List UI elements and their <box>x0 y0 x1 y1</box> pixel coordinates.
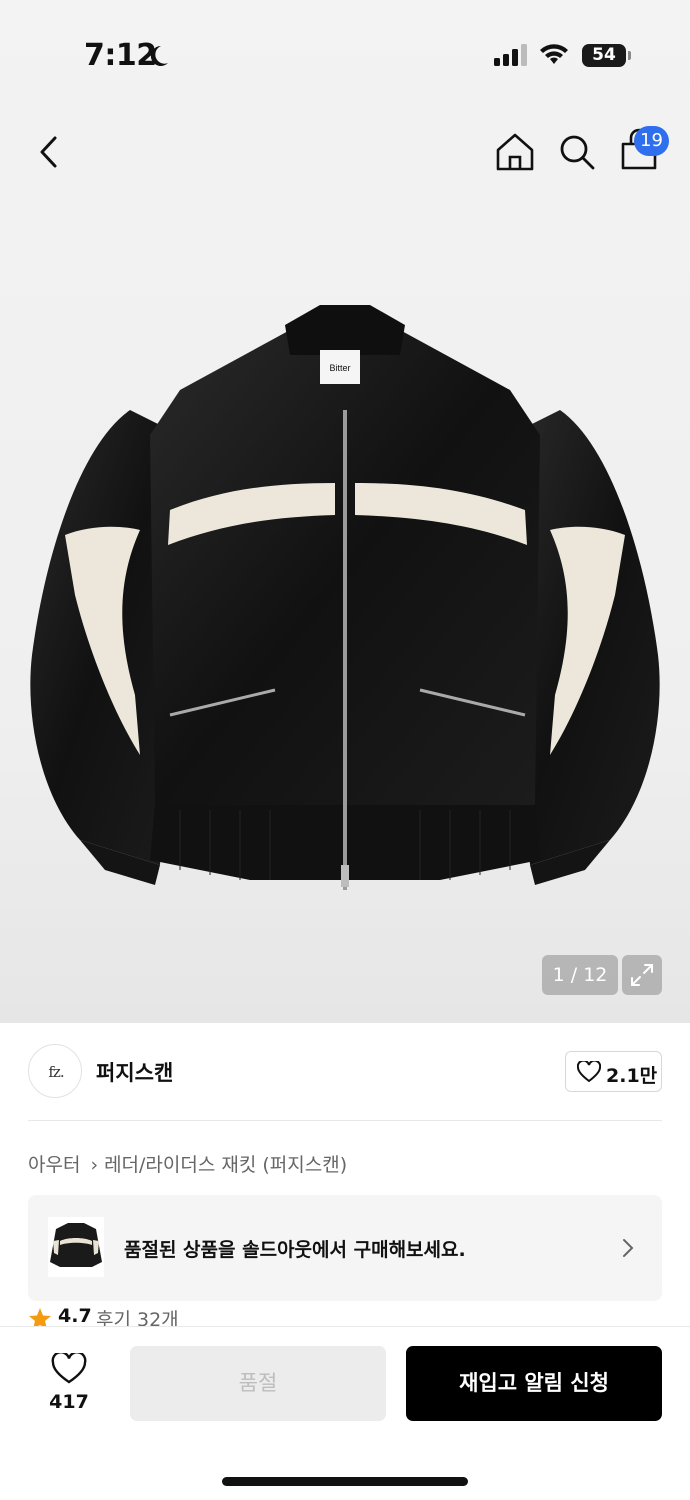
chevron-right-icon: › <box>90 1154 99 1176</box>
image-counter: 1 / 12 <box>542 955 618 995</box>
heart-icon <box>577 1061 601 1083</box>
brand-logo-text: fz. <box>48 1063 64 1081</box>
rating-score: 4.7 <box>58 1305 92 1327</box>
search-button[interactable] <box>556 130 598 174</box>
bottom-action-bar: 417 품절 재입고 알림 신청 <box>0 1326 690 1500</box>
wifi-icon <box>540 44 568 64</box>
soldout-banner-text: 품절된 상품을 솔드아웃에서 구매해보세요. <box>124 1239 466 1261</box>
status-bar: 7:12 54 <box>0 0 690 110</box>
search-icon <box>560 135 595 170</box>
soldout-button: 품절 <box>130 1346 386 1421</box>
expand-image-button[interactable] <box>622 955 662 995</box>
chevron-right-icon <box>623 1239 634 1257</box>
banner-thumbnail <box>48 1217 104 1277</box>
wishlist-button[interactable]: 417 <box>40 1349 98 1419</box>
home-icon <box>496 133 534 171</box>
restock-alert-button[interactable]: 재입고 알림 신청 <box>406 1346 662 1421</box>
heart-icon <box>51 1353 87 1384</box>
product-gallery[interactable]: 7:12 54 19 Bitter 1 / 12 <box>0 0 690 1023</box>
brand-like-count: 2.1만 <box>606 1065 658 1087</box>
home-indicator <box>222 1477 468 1486</box>
breadcrumb-category[interactable]: 아우터 <box>28 1154 80 1176</box>
back-button[interactable] <box>30 130 70 174</box>
cellular-signal-icon <box>494 44 527 66</box>
battery-indicator: 54 <box>582 44 631 67</box>
breadcrumb-subcategory[interactable]: 레더/라이더스 재킷 (퍼지스캔) <box>104 1154 347 1176</box>
jacket-label-text: Bitter <box>329 363 350 373</box>
brand-logo[interactable]: fz. <box>28 1044 82 1098</box>
breadcrumb: 아우터 › 레더/라이더스 재킷 (퍼지스캔) <box>28 1150 347 1177</box>
brand-like-button[interactable]: 2.1만 <box>565 1051 662 1092</box>
moon-icon <box>150 45 168 66</box>
home-button[interactable] <box>494 130 536 174</box>
expand-icon <box>631 964 653 986</box>
wishlist-count: 417 <box>49 1391 89 1413</box>
cart-count-badge: 19 <box>634 126 669 156</box>
product-image[interactable]: Bitter <box>20 295 670 925</box>
brand-name[interactable]: 퍼지스캔 <box>96 1057 173 1087</box>
chevron-left-icon <box>40 136 57 168</box>
soldout-banner[interactable]: 품절된 상품을 솔드아웃에서 구매해보세요. <box>28 1195 662 1301</box>
divider <box>28 1120 662 1121</box>
